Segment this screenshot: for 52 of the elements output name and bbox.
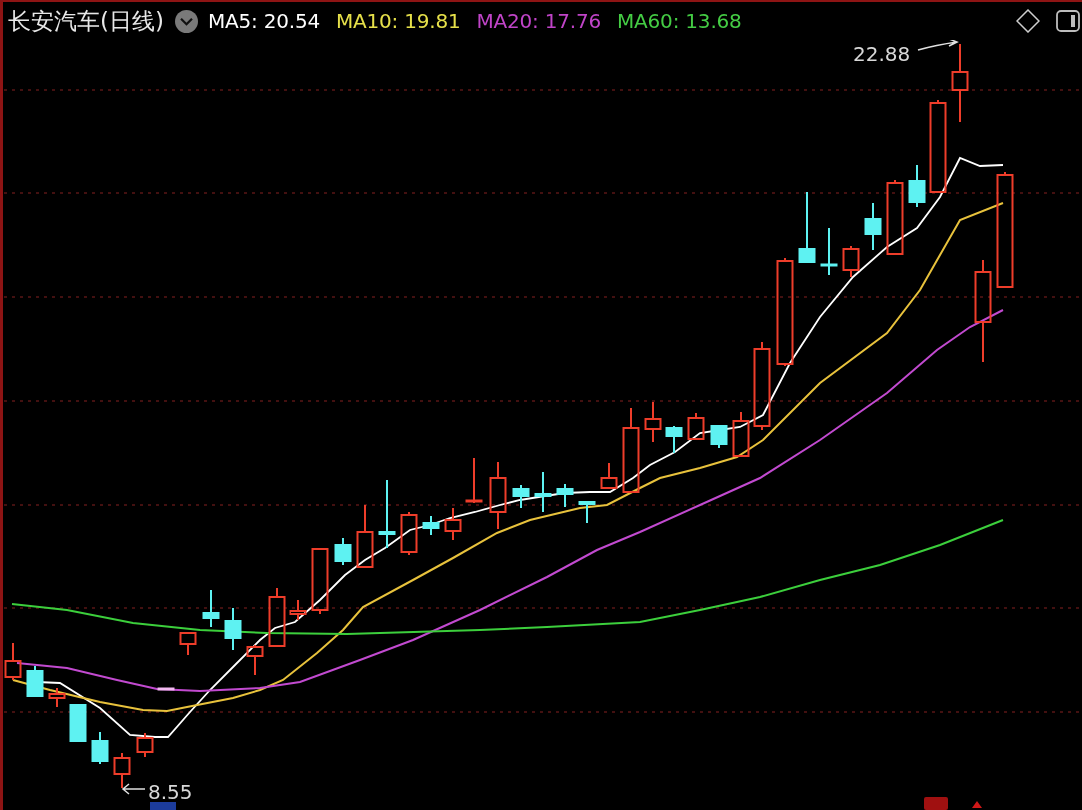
candle	[224, 607, 242, 651]
candle	[136, 732, 154, 758]
indicator-value: MA60: 13.68	[617, 8, 742, 35]
stock-title: 长安汽车(日线)	[8, 6, 164, 36]
candle	[26, 665, 44, 698]
candle	[179, 632, 197, 656]
candle	[356, 504, 374, 568]
candle	[512, 484, 530, 509]
candle	[600, 462, 618, 489]
indicator-value: MA10: 19.81	[335, 8, 461, 35]
candle	[69, 704, 87, 742]
candle	[246, 644, 264, 676]
indicator-value: MA5: 20.54	[207, 8, 320, 35]
candle	[400, 511, 418, 556]
candle	[644, 401, 662, 443]
candle	[820, 227, 838, 276]
candle	[710, 424, 728, 449]
candle	[334, 537, 352, 566]
candle	[578, 500, 596, 524]
candle	[534, 471, 552, 513]
candle	[157, 687, 175, 691]
candle	[465, 457, 483, 504]
diamond-icon[interactable]	[1016, 9, 1040, 33]
candle	[289, 599, 307, 621]
tab-marker-icon	[150, 802, 176, 810]
pointer-arrow	[917, 40, 958, 51]
candle	[732, 411, 750, 457]
indicator-value: MA20: 17.76	[476, 8, 602, 35]
high-price-label: 22.88	[853, 42, 911, 66]
tab-marker-icon	[924, 797, 948, 810]
candle	[48, 687, 66, 708]
candle	[908, 164, 926, 208]
candle	[91, 731, 109, 765]
dropdown-icon[interactable]	[174, 9, 198, 33]
candle	[489, 461, 507, 530]
candle	[842, 245, 860, 278]
candle	[4, 642, 22, 681]
pointer-arrow	[121, 783, 146, 795]
low-price-label: 8.55	[148, 780, 193, 804]
candle	[864, 202, 882, 251]
candle	[687, 412, 705, 440]
candle	[665, 425, 683, 454]
candle	[113, 752, 131, 789]
candle	[556, 483, 574, 508]
panel-toggle-icon[interactable]	[1056, 10, 1080, 32]
candle	[311, 548, 329, 615]
candle	[422, 515, 440, 536]
candle	[202, 589, 220, 628]
candle	[444, 507, 462, 541]
triangle-icon	[972, 801, 982, 808]
candle	[378, 479, 396, 549]
candle	[268, 587, 286, 647]
